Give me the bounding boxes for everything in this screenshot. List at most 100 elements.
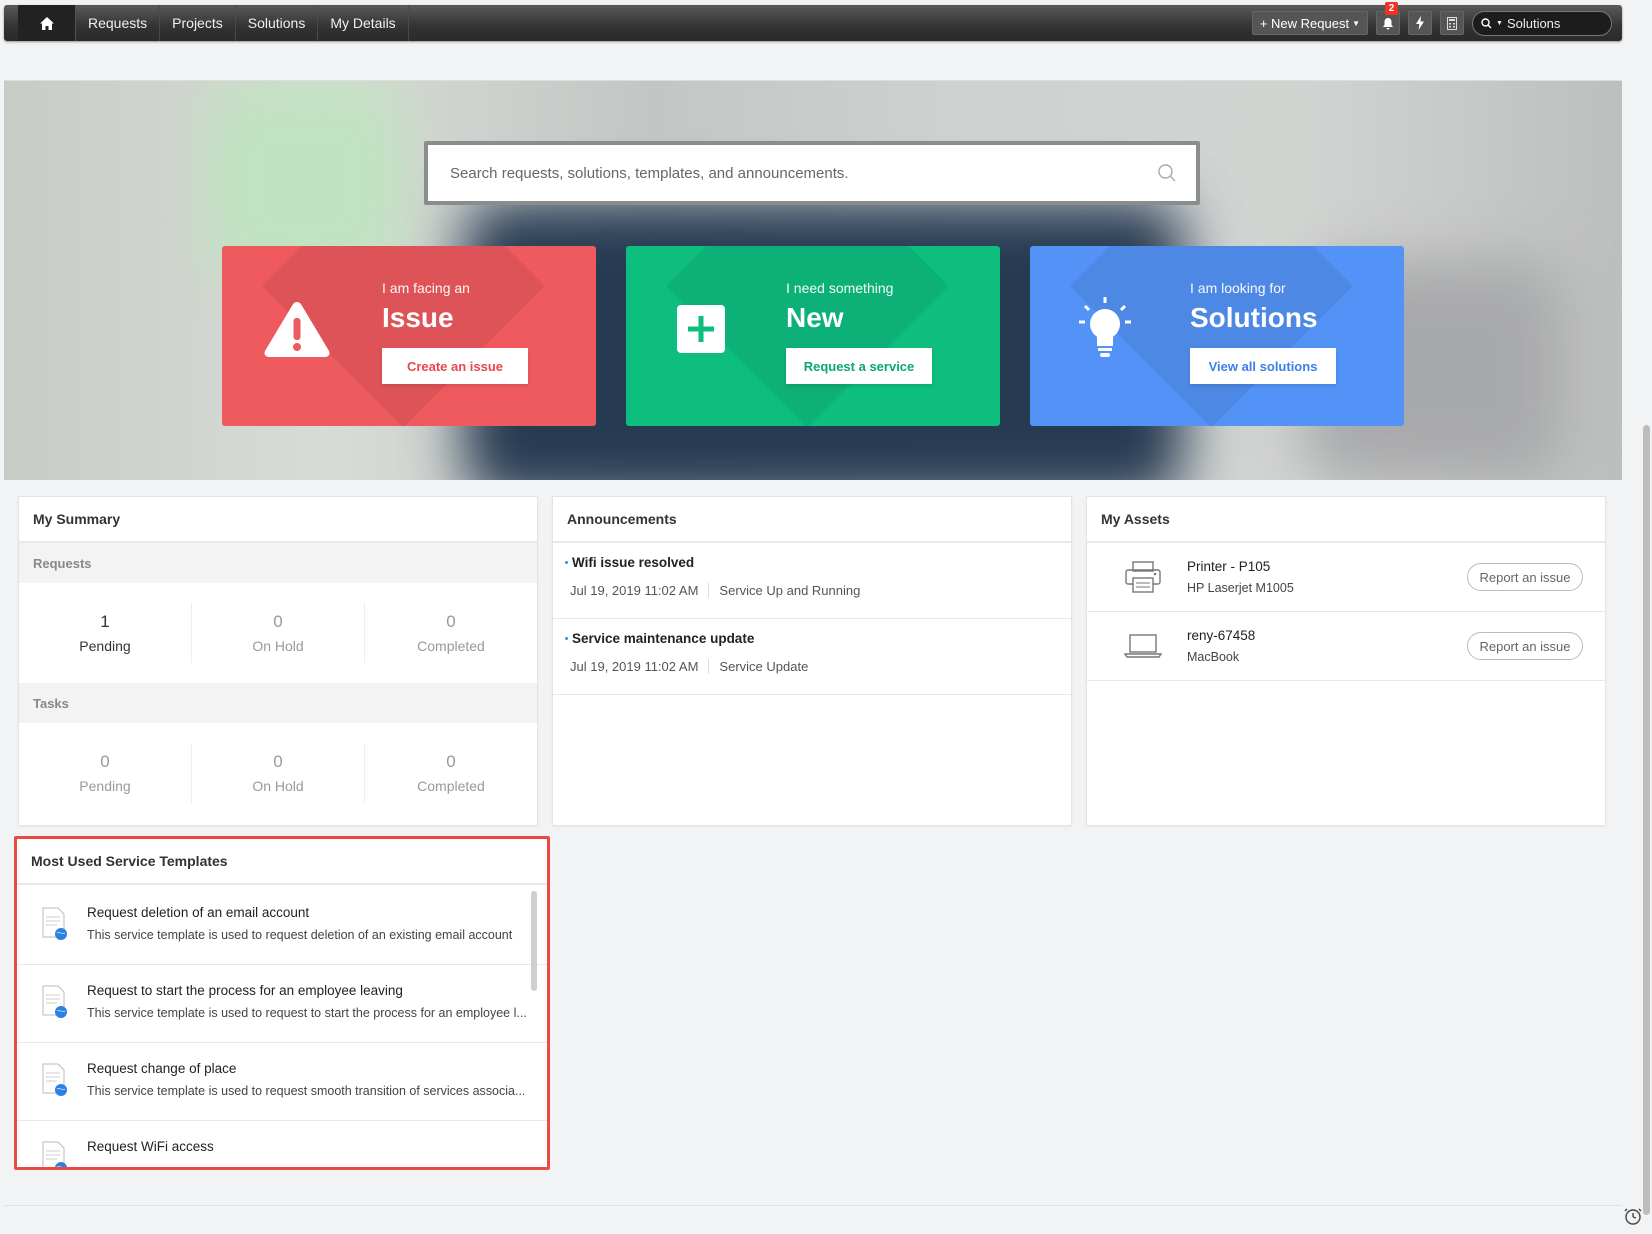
caret-down-icon: ▼ bbox=[1352, 18, 1360, 28]
requests-summary-row: 1 Pending 0 On Hold 0 Completed bbox=[19, 583, 537, 683]
new-card-sub: I need something bbox=[786, 280, 894, 296]
notification-badge: 2 bbox=[1385, 2, 1398, 15]
home-icon bbox=[39, 16, 54, 30]
templates-list: Request deletion of an email account Thi… bbox=[17, 887, 547, 1167]
document-globe-icon bbox=[41, 985, 69, 1019]
search-icon[interactable] bbox=[1158, 164, 1176, 182]
announcement-title-link[interactable]: Service maintenance update bbox=[565, 631, 1071, 646]
template-title: Request to start the process for an empl… bbox=[87, 983, 403, 998]
issue-card: I am facing an Issue Create an issue bbox=[222, 246, 596, 426]
bullet-dot-icon bbox=[565, 561, 568, 564]
template-description: This service template is used to request… bbox=[87, 928, 513, 942]
my-assets-panel: My Assets Printer - P105 HP Laserjet M10… bbox=[1086, 496, 1606, 826]
template-item[interactable]: Request change of place This service tem… bbox=[17, 1043, 547, 1121]
announcement-date: Jul 19, 2019 11:02 AM bbox=[570, 659, 710, 674]
tasks-completed[interactable]: 0 Completed bbox=[365, 743, 537, 803]
tasks-summary-row: 0 Pending 0 On Hold 0 Completed bbox=[19, 723, 537, 823]
nav-search-box[interactable]: ▼ Solutions bbox=[1472, 10, 1612, 36]
search-scope-label: Solutions bbox=[1506, 15, 1561, 31]
template-description: This service template is used to request… bbox=[87, 1006, 527, 1020]
tasks-completed-label: Completed bbox=[417, 778, 485, 794]
nav-requests[interactable]: Requests bbox=[76, 5, 161, 41]
global-search bbox=[424, 141, 1200, 205]
clock-icon[interactable] bbox=[1624, 1207, 1642, 1230]
caret-down-icon: ▼ bbox=[1496, 19, 1503, 27]
bell-icon bbox=[1383, 17, 1393, 29]
template-title: Request deletion of an email account bbox=[87, 905, 310, 920]
solutions-card: I am looking for Solutions View all solu… bbox=[1030, 246, 1404, 426]
most-used-templates-title: Most Used Service Templates bbox=[17, 839, 547, 885]
document-globe-icon bbox=[41, 1063, 69, 1097]
tasks-on-hold-label: On Hold bbox=[252, 778, 304, 794]
requests-pending[interactable]: 1 Pending bbox=[19, 603, 192, 663]
tasks-on-hold[interactable]: 0 On Hold bbox=[192, 743, 365, 803]
asset-row: reny-67458 MacBook Report an issue bbox=[1087, 612, 1605, 681]
asset-name[interactable]: reny-67458 bbox=[1187, 628, 1467, 643]
announcement-title: Wifi issue resolved bbox=[572, 555, 695, 570]
global-search-input[interactable] bbox=[450, 164, 1130, 182]
notifications-button[interactable]: 2 bbox=[1376, 2, 1400, 35]
new-request-button[interactable]: + New Request ▼ bbox=[1251, 11, 1368, 35]
hero-banner: I am facing an Issue Create an issue I n… bbox=[4, 80, 1622, 480]
laptop-icon bbox=[1123, 626, 1163, 666]
announcements-panel: Announcements Wifi issue resolved Jul 19… bbox=[552, 496, 1072, 826]
new-card-title: New bbox=[786, 302, 844, 333]
template-title: Request WiFi access bbox=[87, 1139, 214, 1154]
template-item[interactable]: Request to start the process for an empl… bbox=[17, 965, 547, 1043]
document-globe-icon bbox=[41, 1141, 69, 1167]
announcement-title-link[interactable]: Wifi issue resolved bbox=[565, 555, 1071, 570]
announcement-category: Service Update bbox=[719, 659, 809, 674]
asset-model: MacBook bbox=[1187, 650, 1240, 664]
nav-my-details[interactable]: My Details bbox=[318, 5, 409, 41]
nav-projects[interactable]: Projects bbox=[160, 5, 236, 41]
requests-on-hold[interactable]: 0 On Hold bbox=[192, 603, 365, 663]
lightbulb-icon bbox=[1068, 292, 1142, 366]
my-summary-title: My Summary bbox=[19, 497, 537, 543]
document-globe-icon bbox=[41, 907, 69, 941]
search-box bbox=[428, 145, 1196, 201]
tasks-pending[interactable]: 0 Pending bbox=[19, 743, 192, 803]
calculator-button[interactable] bbox=[1440, 11, 1464, 35]
asset-name[interactable]: Printer - P105 bbox=[1187, 559, 1467, 574]
requests-completed[interactable]: 0 Completed bbox=[365, 603, 537, 663]
my-summary-panel: My Summary Requests 1 Pending 0 On Hold … bbox=[18, 496, 538, 826]
nav-solutions[interactable]: Solutions bbox=[236, 5, 319, 41]
home-button[interactable] bbox=[18, 5, 76, 41]
search-icon bbox=[1481, 17, 1492, 28]
issue-card-sub: I am facing an bbox=[382, 280, 470, 296]
quick-actions-button[interactable] bbox=[1408, 11, 1432, 35]
announcement-title: Service maintenance update bbox=[572, 631, 755, 646]
templates-scrollbar[interactable] bbox=[531, 891, 537, 991]
tasks-pending-label: Pending bbox=[79, 778, 131, 794]
issue-card-title: Issue bbox=[382, 302, 454, 333]
tasks-completed-count: 0 bbox=[446, 752, 456, 771]
footer-divider bbox=[4, 1205, 1622, 1206]
report-issue-button[interactable]: Report an issue bbox=[1467, 632, 1583, 660]
page-scrollbar[interactable] bbox=[1643, 425, 1650, 1215]
top-navbar: Requests Projects Solutions My Details +… bbox=[4, 2, 1622, 41]
report-issue-button[interactable]: Report an issue bbox=[1467, 563, 1583, 591]
requests-on-hold-label: On Hold bbox=[252, 638, 304, 654]
requests-pending-label: Pending bbox=[79, 638, 131, 654]
template-item[interactable]: Request deletion of an email account Thi… bbox=[17, 887, 547, 965]
template-item[interactable]: Request WiFi access bbox=[17, 1121, 547, 1167]
announcement-item: Wifi issue resolved Jul 19, 2019 11:02 A… bbox=[553, 543, 1071, 619]
tasks-section-label: Tasks bbox=[19, 683, 537, 723]
plus-square-icon bbox=[664, 292, 738, 366]
my-assets-title: My Assets bbox=[1087, 497, 1605, 543]
view-solutions-button[interactable]: View all solutions bbox=[1190, 348, 1336, 384]
solutions-card-sub: I am looking for bbox=[1190, 280, 1286, 296]
template-description: This service template is used to request… bbox=[87, 1084, 526, 1098]
asset-model: HP Laserjet M1005 bbox=[1187, 581, 1294, 595]
announcement-item: Service maintenance update Jul 19, 2019 … bbox=[553, 619, 1071, 695]
new-service-card: I need something New Request a service bbox=[626, 246, 1000, 426]
bullet-dot-icon bbox=[565, 637, 568, 640]
printer-icon bbox=[1123, 557, 1163, 597]
calculator-icon bbox=[1447, 16, 1457, 30]
solutions-card-title: Solutions bbox=[1190, 302, 1318, 333]
tasks-on-hold-count: 0 bbox=[273, 752, 283, 771]
announcement-category: Service Up and Running bbox=[719, 583, 861, 598]
request-service-button[interactable]: Request a service bbox=[786, 348, 932, 384]
create-issue-button[interactable]: Create an issue bbox=[382, 348, 528, 384]
requests-completed-count: 0 bbox=[446, 612, 456, 631]
